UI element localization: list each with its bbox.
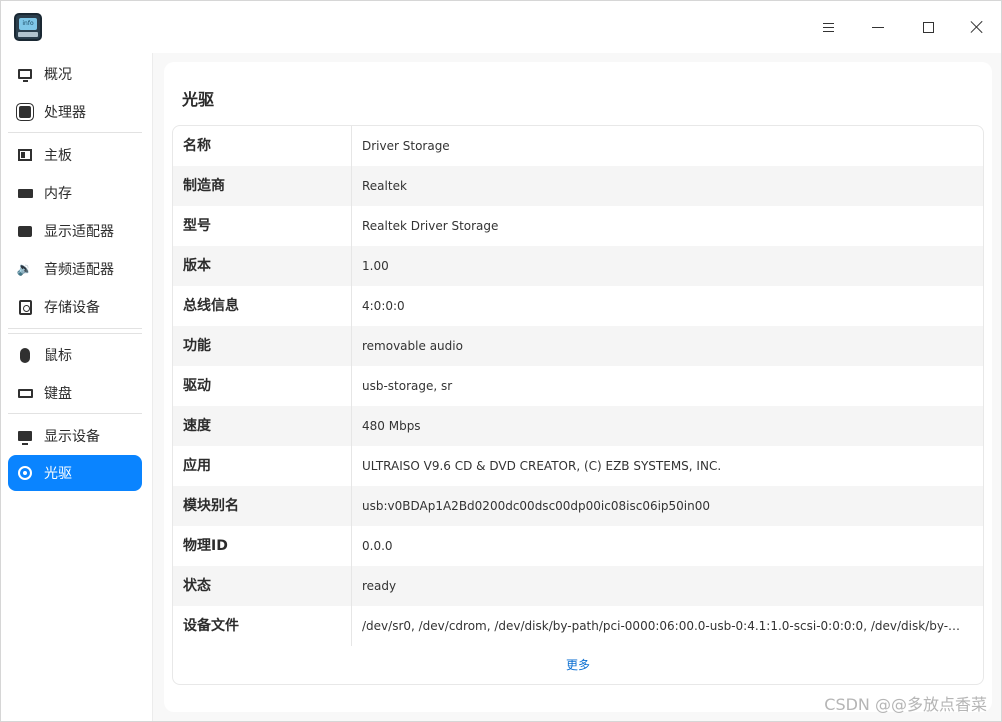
- sidebar-item-keyboard[interactable]: 键盘: [8, 375, 142, 411]
- table-row: 名称 Driver Storage: [173, 126, 983, 166]
- detail-panel: 光驱 名称 Driver Storage 制造商 Realtek 型号 Real…: [164, 62, 992, 712]
- property-key: 模块别名: [173, 486, 352, 526]
- property-value: Driver Storage: [362, 139, 450, 153]
- sidebar-item-monitor[interactable]: 显示设备: [8, 418, 142, 454]
- property-value: usb-storage, sr: [362, 379, 453, 393]
- property-value: 4:0:0:0: [362, 299, 405, 313]
- mouse-icon: [17, 347, 33, 363]
- table-row: 型号 Realtek Driver Storage: [173, 206, 983, 246]
- sidebar-item-overview[interactable]: 概况: [8, 56, 142, 92]
- property-key: 版本: [173, 246, 352, 286]
- table-row: 模块别名 usb:v0BDAp1A2Bd0200dc00dsc00dp00ic0…: [173, 486, 983, 526]
- sidebar-item-mouse[interactable]: 鼠标: [8, 337, 142, 373]
- property-key: 驱动: [173, 366, 352, 406]
- property-key: 速度: [173, 406, 352, 446]
- sidebar-item-label: 存储设备: [44, 300, 100, 316]
- property-value: ULTRAISO V9.6 CD & DVD CREATOR, (C) EZB …: [362, 459, 722, 473]
- property-key: 总线信息: [173, 286, 352, 326]
- property-value: /dev/sr0, /dev/cdrom, /dev/disk/by-path/…: [362, 619, 962, 633]
- sidebar-item-label: 概况: [44, 67, 72, 83]
- sidebar-item-label: 音频适配器: [44, 262, 114, 278]
- speaker-icon: 🔉: [16, 261, 34, 277]
- property-value: usb:v0BDAp1A2Bd0200dc00dsc00dp00ic08isc0…: [362, 499, 711, 513]
- property-key: 设备文件: [173, 606, 352, 646]
- table-row: 状态 ready: [173, 566, 983, 606]
- app-info-icon: info: [14, 13, 42, 41]
- hamburger-menu-icon: [822, 20, 834, 35]
- cpu-icon: [17, 104, 33, 120]
- table-row: 物理ID 0.0.0: [173, 526, 983, 566]
- table-row: 版本 1.00: [173, 246, 983, 286]
- table-row: 总线信息 4:0:0:0: [173, 286, 983, 326]
- table-row: 功能 removable audio: [173, 326, 983, 366]
- sidebar-item-label: 内存: [44, 186, 72, 202]
- property-value: 1.00: [362, 259, 389, 273]
- cdrom-icon: [17, 465, 33, 481]
- sidebar-item-storage[interactable]: 存储设备: [8, 289, 142, 325]
- sidebar-item-label: 显示设备: [44, 429, 100, 445]
- property-value: 480 Mbps: [362, 419, 421, 433]
- page-title: 光驱: [182, 90, 215, 109]
- maximize-button[interactable]: [912, 11, 944, 43]
- watermark: CSDN @@多放点香菜: [824, 695, 987, 714]
- sidebar-item-label: 鼠标: [44, 348, 72, 364]
- sidebar-item-display-adapter[interactable]: 显示适配器: [8, 213, 142, 249]
- sidebar-item-label: 光驱: [44, 466, 72, 482]
- table-row: 应用 ULTRAISO V9.6 CD & DVD CREATOR, (C) E…: [173, 446, 983, 486]
- sidebar-item-label: 主板: [44, 148, 72, 164]
- sidebar-item-label: 处理器: [44, 105, 86, 121]
- sidebar-item-label: 键盘: [44, 386, 72, 402]
- property-value: removable audio: [362, 339, 463, 353]
- overview-icon: [17, 66, 33, 82]
- titlebar: info: [1, 1, 1001, 53]
- properties-table: 名称 Driver Storage 制造商 Realtek 型号 Realtek…: [172, 125, 984, 685]
- sidebar-divider: [8, 328, 142, 329]
- property-value: Realtek Driver Storage: [362, 219, 499, 233]
- sidebar-divider: [8, 413, 142, 414]
- property-key: 型号: [173, 206, 352, 246]
- minimize-button[interactable]: [862, 11, 894, 43]
- sidebar-item-audio-adapter[interactable]: 🔉 音频适配器: [8, 251, 142, 287]
- property-value: Realtek: [362, 179, 407, 193]
- minimize-icon: [872, 26, 884, 28]
- sidebar-item-memory[interactable]: 内存: [8, 175, 142, 211]
- more-link[interactable]: 更多: [173, 646, 983, 684]
- menu-button[interactable]: [812, 11, 844, 43]
- property-key: 物理ID: [173, 526, 352, 566]
- property-value: ready: [362, 579, 397, 593]
- table-row: 设备文件 /dev/sr0, /dev/cdrom, /dev/disk/by-…: [173, 606, 983, 646]
- sidebar-item-label: 显示适配器: [44, 224, 114, 240]
- property-key: 应用: [173, 446, 352, 486]
- close-button[interactable]: [961, 11, 993, 43]
- close-icon: [970, 20, 984, 34]
- memory-icon: [17, 185, 33, 201]
- sidebar-divider: [8, 132, 142, 133]
- keyboard-icon: [17, 385, 33, 401]
- property-key: 制造商: [173, 166, 352, 206]
- table-row: 制造商 Realtek: [173, 166, 983, 206]
- motherboard-icon: [17, 147, 33, 163]
- app-icon-label: info: [19, 18, 37, 30]
- sidebar: 概况 处理器 主板 内存 显示适配器 🔉 音频适配器 存储设备 鼠标 键盘 显示…: [1, 53, 153, 721]
- monitor-icon: [17, 428, 33, 445]
- sidebar-item-cdrom[interactable]: 光驱: [8, 455, 142, 491]
- maximize-icon: [922, 21, 934, 33]
- property-key: 功能: [173, 326, 352, 366]
- device-manager-window: info 概况 处理器 主板 内存 显示适配器 🔉 音频适配器 存储设备 鼠标 …: [0, 0, 1002, 722]
- storage-icon: [17, 299, 33, 315]
- table-row: 驱动 usb-storage, sr: [173, 366, 983, 406]
- table-row: 速度 480 Mbps: [173, 406, 983, 446]
- sidebar-item-motherboard[interactable]: 主板: [8, 137, 142, 173]
- display-adapter-icon: [17, 223, 33, 239]
- property-key: 状态: [173, 566, 352, 606]
- sidebar-divider: [8, 333, 142, 334]
- property-value: 0.0.0: [362, 539, 393, 553]
- property-key: 名称: [173, 126, 352, 166]
- sidebar-item-cpu[interactable]: 处理器: [8, 94, 142, 130]
